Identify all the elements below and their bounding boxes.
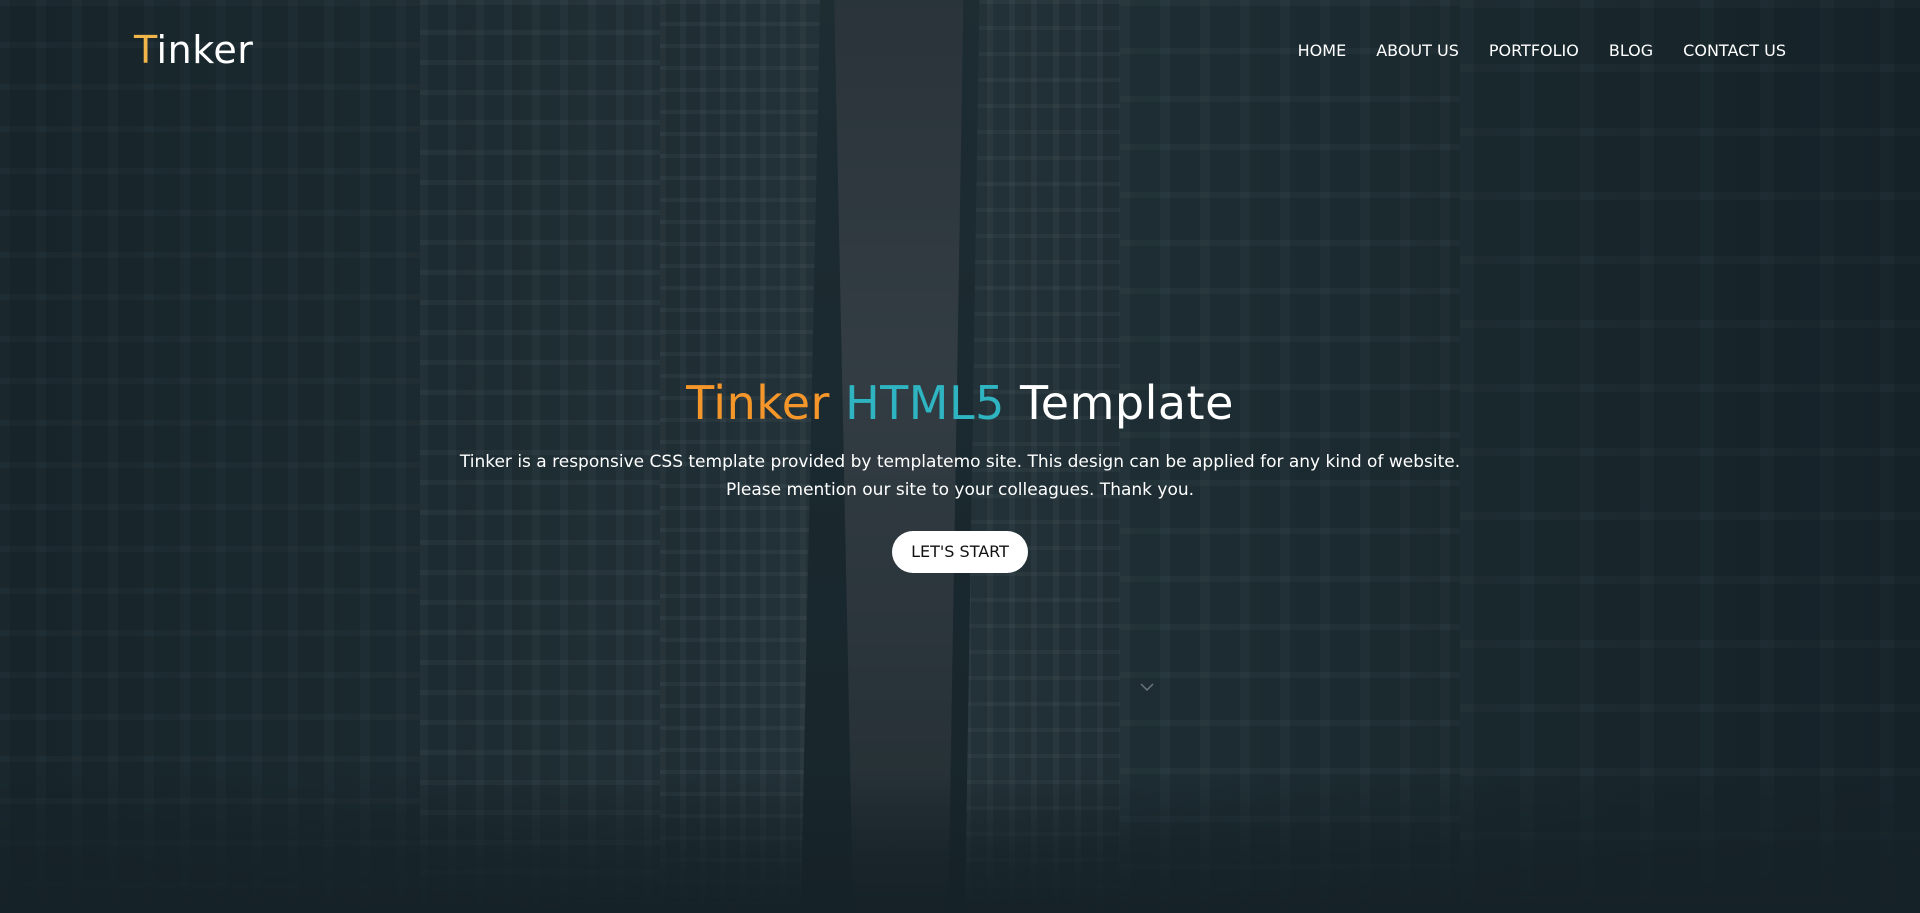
nav-link-home[interactable]: HOME [1283,40,1362,62]
hero-content: Tinker HTML5 Template Tinker is a respon… [0,372,1920,573]
site-logo[interactable]: Tinker [134,28,253,72]
hero-title-part-2: HTML5 [845,376,1005,430]
nav-item-portfolio: PORTFOLIO [1474,40,1594,62]
nav-item-home: HOME [1283,40,1362,62]
main-nav: HOME ABOUT US PORTFOLIO BLOG CONTACT US [1283,40,1786,62]
lets-start-button[interactable]: LET'S START [892,531,1028,573]
nav-link-blog[interactable]: BLOG [1594,40,1668,62]
chevron-down-icon [1140,683,1154,692]
hero-title-part-3: Template [1019,376,1234,430]
hero-title: Tinker HTML5 Template [0,372,1920,434]
logo-text: inker [156,28,254,72]
nav-item-blog: BLOG [1594,40,1668,62]
logo-accent-letter: T [134,28,157,72]
nav-item-contact-us: CONTACT US [1668,40,1786,62]
nav-item-about-us: ABOUT US [1361,40,1474,62]
nav-link-contact-us[interactable]: CONTACT US [1668,40,1786,62]
hero-title-part-1: Tinker [686,376,830,430]
site-header: Tinker HOME ABOUT US PORTFOLIO BLOG CONT… [0,0,1920,100]
hero-description-line-2: Please mention our site to your colleagu… [725,480,1195,500]
nav-link-about-us[interactable]: ABOUT US [1361,40,1474,62]
nav-link-portfolio[interactable]: PORTFOLIO [1474,40,1594,62]
hero-description: Tinker is a responsive CSS template prov… [0,448,1920,504]
hero-description-line-1: Tinker is a responsive CSS template prov… [459,452,1461,472]
